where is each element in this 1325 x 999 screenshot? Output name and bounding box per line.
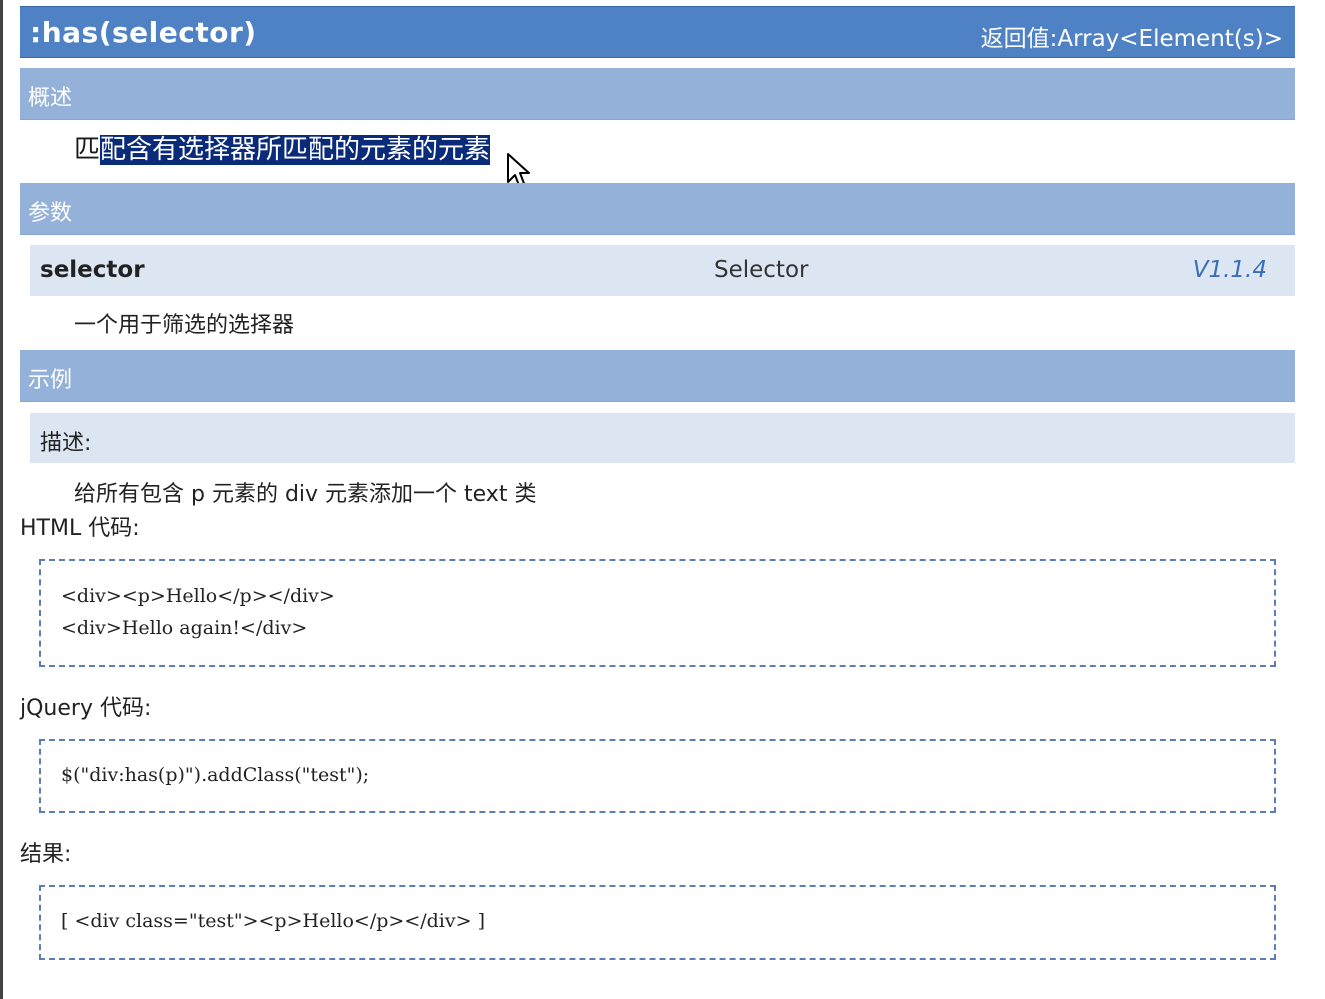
api-doc-page: :has(selector) 返回值:Array<Element(s)> 概述 … (0, 0, 1325, 999)
api-signature: :has(selector) (30, 16, 257, 49)
jquery-code-block: $("div:has(p)").addClass("test"); (39, 739, 1276, 813)
param-version: V1.1.4 (1192, 257, 1267, 283)
result-code-block: [ <div class="test"><p>Hello</p></div> ] (39, 885, 1276, 960)
section-example: 示例 (20, 350, 1295, 402)
jquery-code-label: jQuery 代码: (20, 696, 152, 721)
api-title-bar: :has(selector) 返回值:Array<Element(s)> (20, 6, 1295, 58)
overview-text-unselected: 匹 (74, 135, 101, 165)
overview-description[interactable]: 匹配含有选择器所匹配的元素的元素 (74, 129, 491, 166)
section-example-heading: 示例 (28, 368, 73, 393)
html-code-line: <div><p>Hello</p></div> (61, 585, 335, 607)
example-desc-row: 描述: (30, 413, 1295, 463)
param-name: selector (40, 257, 145, 283)
param-type: Selector (714, 257, 809, 283)
section-params: 参数 (20, 183, 1295, 235)
example-desc-label: 描述: (40, 431, 92, 456)
return-value: 返回值:Array<Element(s)> (980, 26, 1283, 52)
html-code-block: <div><p>Hello</p></div> <div>Hello again… (39, 559, 1276, 667)
section-overview-heading: 概述 (28, 86, 73, 111)
section-overview: 概述 (20, 68, 1295, 120)
jquery-code-line: $("div:has(p)").addClass("test"); (61, 764, 370, 786)
overview-text-selected: 配含有选择器所匹配的元素的元素 (100, 135, 491, 165)
example-desc-text: 给所有包含 p 元素的 div 元素添加一个 text 类 (74, 482, 537, 507)
window-left-border (0, 0, 3, 999)
result-label: 结果: (20, 842, 72, 867)
html-code-label: HTML 代码: (20, 516, 140, 541)
section-params-heading: 参数 (28, 201, 73, 226)
result-code-line: [ <div class="test"><p>Hello</p></div> ] (61, 910, 485, 932)
html-code-line: <div>Hello again!</div> (61, 617, 308, 639)
param-description: 一个用于筛选的选择器 (74, 313, 295, 338)
param-row: selector Selector V1.1.4 (30, 245, 1295, 296)
